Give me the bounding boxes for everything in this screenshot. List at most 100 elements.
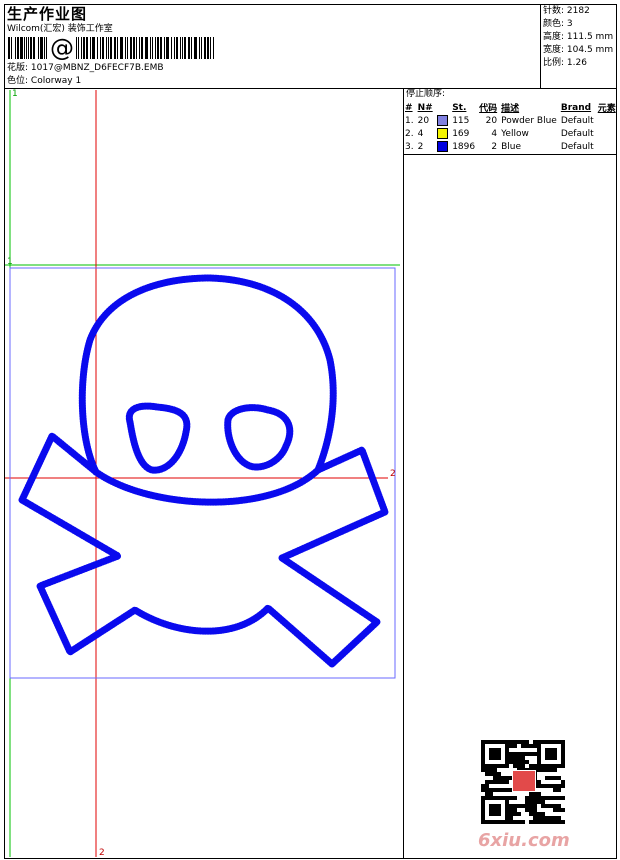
qr-module [517, 756, 521, 760]
qr-module [533, 820, 537, 824]
qr-module [521, 752, 525, 756]
qr-module [561, 780, 565, 784]
qr-module [541, 796, 545, 800]
qr-module [533, 740, 537, 744]
qr-module [541, 784, 545, 788]
qr-module [537, 820, 541, 824]
qr-module [561, 808, 565, 812]
guide-label-2-bottom: 2 [99, 848, 105, 858]
qr-module [489, 772, 493, 776]
qr-module [501, 788, 505, 792]
qr-module [521, 764, 525, 768]
qr-module [505, 776, 509, 780]
qr-module [493, 776, 497, 780]
qr-module [481, 784, 485, 788]
qr-module [493, 780, 497, 784]
qr-module [545, 776, 549, 780]
qr-module [549, 768, 553, 772]
qr-module [537, 792, 541, 796]
qr-module [533, 744, 537, 748]
skull-jaw [92, 466, 322, 506]
qr-module [553, 820, 557, 824]
qr-module [529, 744, 533, 748]
qr-module [529, 800, 533, 804]
qr-module [509, 756, 513, 760]
qr-module [553, 788, 557, 792]
qr-module [501, 776, 505, 780]
qr-module [537, 812, 541, 816]
qr-module [537, 784, 541, 788]
guide-label-2-right: 2 [390, 469, 396, 479]
qr-module [517, 812, 521, 816]
qr-module [549, 796, 553, 800]
qr-module [489, 804, 501, 816]
qr-module [537, 800, 541, 804]
qr-module [557, 804, 561, 808]
qr-module [533, 796, 537, 800]
qr-module [485, 788, 489, 792]
qr-module [549, 776, 553, 780]
qr-module [481, 768, 485, 772]
qr-module [545, 784, 549, 788]
qr-module [517, 764, 521, 768]
qr-module [557, 820, 561, 824]
qr-module [513, 740, 517, 744]
qr-module [525, 740, 529, 744]
qr-module [557, 796, 561, 800]
qr-module [545, 804, 549, 808]
qr-module [521, 744, 525, 748]
qr-module [525, 804, 529, 808]
qr-module [489, 780, 493, 784]
qr-module [513, 744, 517, 748]
qr-module [529, 792, 533, 796]
qr-module [485, 772, 489, 776]
qr-module [537, 780, 541, 784]
qr-module [533, 804, 537, 808]
qr-module [529, 808, 533, 812]
stamp-seal [512, 770, 536, 792]
qr-module [509, 740, 513, 744]
design-canvas: 1 1 2 2 [5, 89, 400, 858]
qr-module [509, 760, 513, 764]
qr-module [525, 800, 529, 804]
qr-module [493, 772, 497, 776]
qr-module [549, 804, 553, 808]
qr-module [517, 820, 521, 824]
qr-module [513, 808, 517, 812]
qr-module [509, 812, 513, 816]
qr-module [505, 780, 509, 784]
qr-module [561, 820, 565, 824]
qr-module [529, 752, 533, 756]
qr-module [557, 784, 561, 788]
qr-module [505, 788, 509, 792]
qr-module [545, 748, 557, 760]
qr-module [545, 820, 549, 824]
qr-module [529, 764, 533, 768]
qr-module [533, 764, 537, 768]
qr-module [529, 804, 533, 808]
qr-module [537, 796, 541, 800]
qr-module [533, 816, 537, 820]
design-bounding-box [9, 267, 396, 679]
qr-module [489, 748, 501, 760]
qr-module [489, 792, 493, 796]
qr-module [513, 752, 517, 756]
qr-module [485, 780, 489, 784]
qr-module [529, 796, 533, 800]
qr-module [525, 752, 529, 756]
qr-module [517, 760, 521, 764]
qr-module [497, 788, 501, 792]
qr-module [541, 800, 545, 804]
qr-module [553, 784, 557, 788]
qr-module [513, 764, 517, 768]
guide-label-1-left: 1 [7, 257, 13, 267]
qr-module [541, 816, 545, 820]
qr-module [537, 768, 541, 772]
qr-module [521, 804, 525, 808]
qr-module [513, 760, 517, 764]
qr-module [533, 812, 537, 816]
qr-module [521, 820, 525, 824]
qr-module [485, 792, 489, 796]
qr-module [541, 812, 545, 816]
qr-module [529, 820, 533, 824]
